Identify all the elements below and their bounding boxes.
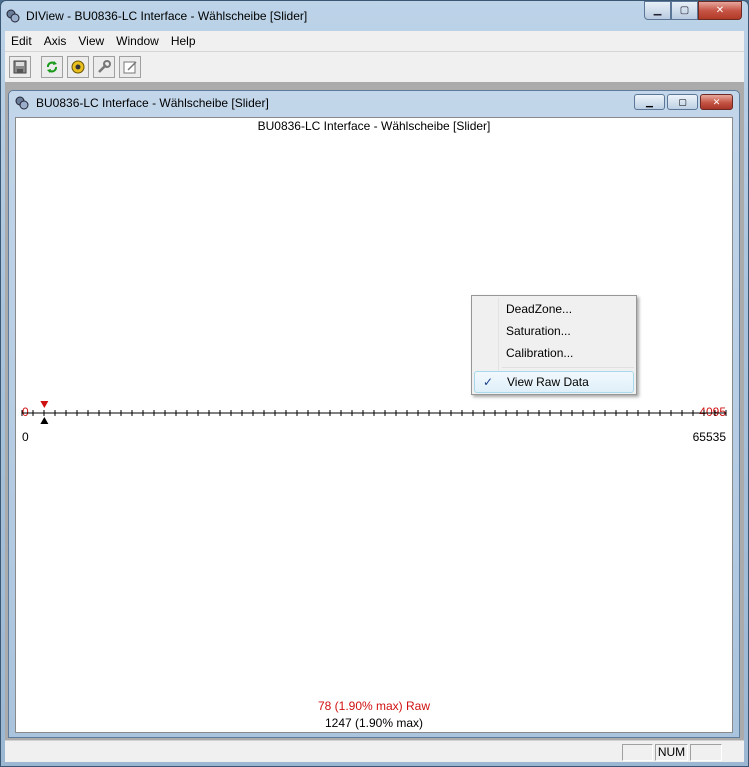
properties-icon (123, 61, 137, 74)
window-title: DIView - BU0836-LC Interface - Wählschei… (26, 9, 308, 23)
menu-edit[interactable]: Edit (5, 31, 38, 52)
menu-item-label: Calibration... (506, 346, 574, 360)
value-max-label: 65535 (692, 430, 726, 444)
properties-button[interactable] (119, 56, 141, 78)
menu-item-view-raw-data[interactable]: ✓ View Raw Data (474, 371, 634, 393)
menu-separator (502, 367, 634, 368)
close-icon: ✕ (715, 5, 725, 16)
status-pane-caps (622, 744, 653, 761)
minimize-icon: ▁ (646, 96, 653, 107)
mdi-area: BU0836-LC Interface - Wählscheibe [Slide… (5, 82, 744, 740)
maximize-button[interactable]: ▢ (671, 1, 698, 20)
menu-item-label: Saturation... (506, 324, 571, 338)
axis-scale (21, 401, 727, 424)
child-maximize-button[interactable]: ▢ (667, 94, 698, 110)
plot-title: BU0836-LC Interface - Wählscheibe [Slide… (257, 119, 491, 133)
minimize-button[interactable]: ▁ (644, 1, 671, 20)
refresh-icon (47, 61, 57, 73)
minimize-icon: ▁ (653, 5, 662, 16)
child-minimize-button[interactable]: ▁ (634, 94, 665, 110)
child-window-title: BU0836-LC Interface - Wählscheibe [Slide… (36, 96, 269, 110)
child-window: BU0836-LC Interface - Wählscheibe [Slide… (8, 90, 740, 738)
app-icon (15, 96, 29, 110)
title-bar[interactable]: DIView - BU0836-LC Interface - Wählschei… (1, 1, 748, 31)
gear-icon (71, 60, 85, 74)
menu-help[interactable]: Help (165, 31, 202, 52)
child-close-button[interactable]: ✕ (700, 94, 733, 110)
tools-button[interactable] (93, 56, 115, 78)
wrench-icon (98, 60, 111, 73)
settings-button[interactable] (67, 56, 89, 78)
child-title-bar[interactable]: BU0836-LC Interface - Wählscheibe [Slide… (9, 91, 739, 115)
menu-window[interactable]: Window (110, 31, 165, 52)
menu-view[interactable]: View (72, 31, 110, 52)
refresh-button[interactable] (41, 56, 63, 78)
context-menu: DeadZone... Saturation... Calibration...… (471, 295, 637, 395)
value-min-label: 0 (22, 430, 29, 444)
menu-item-label: View Raw Data (507, 375, 589, 389)
maximize-icon: ▢ (678, 96, 687, 107)
menu-item-calibration[interactable]: Calibration... (474, 342, 634, 364)
maximize-icon: ▢ (679, 5, 690, 16)
toolbar (5, 52, 744, 82)
axis-view[interactable]: BU0836-LC Interface - Wählscheibe [Slide… (15, 117, 733, 733)
menu-axis[interactable]: Axis (38, 31, 73, 52)
close-button[interactable]: ✕ (698, 1, 742, 20)
checkmark-icon: ✓ (483, 375, 494, 389)
save-icon (13, 60, 27, 74)
main-window: DIView - BU0836-LC Interface - Wählschei… (0, 0, 749, 767)
value-readout: 1247 (1.90% max) (324, 716, 424, 730)
menu-item-deadzone[interactable]: DeadZone... (474, 298, 634, 320)
app-icon (6, 9, 20, 23)
status-pane-num: NUM (655, 744, 688, 761)
save-button[interactable] (9, 56, 31, 78)
status-pane-scroll (690, 744, 722, 761)
menu-item-saturation[interactable]: Saturation... (474, 320, 634, 342)
close-icon: ✕ (712, 96, 721, 107)
menu-item-label: DeadZone... (506, 302, 573, 316)
value-position-marker (40, 417, 49, 424)
menu-bar: Edit Axis View Window Help (5, 31, 744, 52)
raw-readout: 78 (1.90% max) Raw (317, 699, 431, 713)
raw-position-marker (40, 401, 49, 408)
status-bar: NUM (5, 740, 744, 762)
